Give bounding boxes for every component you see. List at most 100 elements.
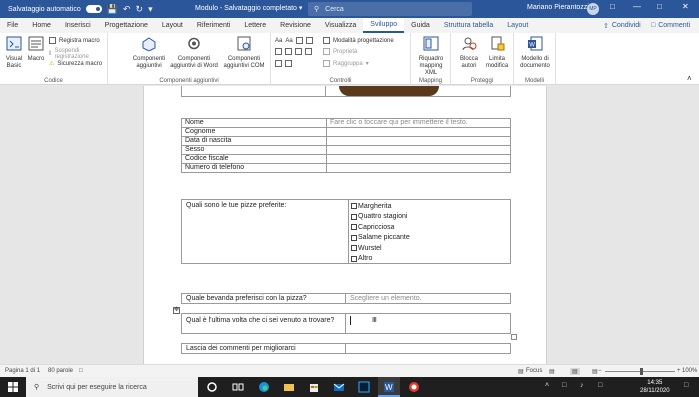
tab-file[interactable]: File xyxy=(0,18,25,33)
document-title[interactable]: Modulo - Salvataggio completato ▾ xyxy=(195,4,302,12)
comments-button[interactable]: □ Commenti xyxy=(647,20,694,31)
checkbox-capricciosa[interactable]: Capricciosa xyxy=(351,222,410,233)
tray-chevron-icon[interactable]: ˄ xyxy=(545,382,549,389)
network-icon[interactable]: □ xyxy=(562,382,566,389)
tab-inserisci[interactable]: Inserisci xyxy=(58,18,98,33)
document-page[interactable]: Nome Fare clic o toccare qui per immette… xyxy=(143,86,547,364)
minimize-icon[interactable]: — xyxy=(633,2,641,11)
birthdate-input[interactable] xyxy=(326,136,511,146)
addins-button[interactable]: Componenti aggiuntivi xyxy=(130,36,168,70)
dropdown-control-icon[interactable] xyxy=(295,48,302,55)
repeating-section-icon[interactable] xyxy=(275,60,282,67)
tab-lettere[interactable]: Lettere xyxy=(237,18,273,33)
last-visit-input[interactable] xyxy=(348,314,510,333)
macro-security-button[interactable]: ⚠ Sicurezza macro xyxy=(49,60,102,68)
ribbon-display-icon[interactable]: □ xyxy=(610,2,615,11)
taskbar-search-input[interactable]: ⚲ Scrivi qui per eseguire la ricerca xyxy=(26,377,198,397)
language-icon[interactable]: □ xyxy=(598,382,602,389)
tab-layout-tabella[interactable]: Layout xyxy=(500,18,535,33)
pizza-image[interactable] xyxy=(339,86,439,96)
focus-button[interactable]: Focus xyxy=(526,368,542,374)
tab-layout[interactable]: Layout xyxy=(155,18,190,33)
tab-struttura-tabella[interactable]: Struttura tabella xyxy=(437,18,500,33)
block-authors-button[interactable]: Blocca autori xyxy=(455,36,483,70)
pause-recording-button[interactable]: ‖ Sospendi registrazione xyxy=(49,48,107,60)
edge-icon[interactable] xyxy=(258,381,270,393)
checkbox-quattro-stagioni[interactable]: Quattro stagioni xyxy=(351,212,410,223)
word-addins-button[interactable]: Componenti aggiuntivi di Word xyxy=(170,36,218,70)
search-input[interactable]: ⚲ Cerca xyxy=(308,2,472,16)
zoom-slider-thumb[interactable] xyxy=(640,368,643,375)
word-count[interactable]: 80 parole xyxy=(48,368,73,374)
macro-button[interactable]: Macro xyxy=(26,36,46,63)
cortana-icon[interactable] xyxy=(206,381,218,393)
name-input[interactable]: Fare clic o toccare qui per immettere il… xyxy=(326,118,511,128)
checkbox-altro[interactable]: Altro xyxy=(351,254,410,265)
avatar[interactable]: MP xyxy=(587,3,599,15)
web-layout-icon[interactable]: ▤ xyxy=(592,368,598,375)
tab-progettazione[interactable]: Progettazione xyxy=(98,18,155,33)
checkbox-control-icon[interactable] xyxy=(275,48,282,55)
date-picker-control-icon[interactable] xyxy=(305,48,312,55)
group-button[interactable]: Raggruppa ▾ xyxy=(323,60,369,67)
page-count[interactable]: Pagina 1 di 1 xyxy=(5,368,40,374)
collapse-ribbon-icon[interactable]: ˄ xyxy=(687,74,692,83)
tab-riferimenti[interactable]: Riferimenti xyxy=(190,18,237,33)
share-button[interactable]: ⇧ Condividi xyxy=(599,20,645,31)
zoom-in-icon[interactable]: + xyxy=(677,368,681,374)
properties-button[interactable]: Proprietà xyxy=(323,48,357,55)
legacy-tools-icon[interactable] xyxy=(285,60,292,67)
rich-text-control-icon[interactable]: Aa xyxy=(275,38,282,44)
store-icon[interactable] xyxy=(308,381,320,393)
design-mode-button[interactable]: Modalità progettazione xyxy=(323,37,394,44)
drink-dropdown[interactable]: Scegliere un elemento. xyxy=(350,295,422,302)
save-icon[interactable]: 💾 xyxy=(107,4,118,15)
read-mode-icon[interactable]: ▤ xyxy=(549,368,555,375)
file-explorer-icon[interactable] xyxy=(283,381,295,393)
building-block-control-icon[interactable] xyxy=(305,37,313,44)
maximize-icon[interactable]: □ xyxy=(657,2,662,11)
table-move-handle[interactable]: ✥ xyxy=(173,307,180,314)
photoshop-icon[interactable] xyxy=(358,381,370,393)
com-addins-button[interactable]: Componenti aggiuntivi COM xyxy=(220,36,268,70)
comments-input[interactable] xyxy=(348,344,510,353)
table-resize-handle[interactable] xyxy=(511,334,517,340)
plain-text-control-icon[interactable]: Aa xyxy=(285,38,292,44)
tab-home[interactable]: Home xyxy=(25,18,58,33)
checkbox-margherita[interactable]: Margherita xyxy=(351,201,410,212)
xml-mapping-button[interactable]: Riquadro mapping XML xyxy=(413,36,449,77)
windows-start-icon[interactable] xyxy=(8,382,18,392)
word-taskbar-button[interactable]: W xyxy=(378,377,400,397)
redo-icon[interactable]: ↻ xyxy=(136,4,144,15)
close-icon[interactable]: ✕ xyxy=(682,2,689,11)
notifications-icon[interactable]: □ xyxy=(684,382,688,389)
phone-input[interactable] xyxy=(326,163,511,173)
restrict-editing-button[interactable]: Limita modifica xyxy=(483,36,511,70)
system-clock[interactable]: 14:35 28/11/2020 xyxy=(640,379,670,395)
record-macro-button[interactable]: Registra macro xyxy=(49,37,100,44)
visual-basic-button[interactable]: Visual Basic xyxy=(3,36,25,70)
picture-control-icon[interactable] xyxy=(295,37,303,44)
autosave-toggle[interactable] xyxy=(85,5,102,13)
tab-sviluppo[interactable]: Sviluppo xyxy=(363,18,405,33)
checkbox-wurstel[interactable]: Wurstel xyxy=(351,243,410,254)
tax-code-input[interactable] xyxy=(326,154,511,164)
tab-revisione[interactable]: Revisione xyxy=(273,18,318,33)
checkbox-salame-piccante[interactable]: Salame piccante xyxy=(351,233,410,244)
recording-app-icon[interactable] xyxy=(408,381,420,393)
zoom-level[interactable]: 100% xyxy=(682,368,697,374)
tab-visualizza[interactable]: Visualizza xyxy=(318,18,363,33)
proofing-icon[interactable]: □ xyxy=(79,368,83,374)
zoom-out-icon[interactable]: − xyxy=(598,368,602,374)
undo-icon[interactable]: ↶ xyxy=(123,4,131,15)
print-layout-icon[interactable]: ▤ xyxy=(570,368,580,375)
document-template-button[interactable]: W Modello di documento xyxy=(516,36,554,70)
customize-toolbar-icon[interactable]: ▾ xyxy=(148,4,153,15)
task-view-icon[interactable] xyxy=(232,381,244,393)
tab-guida[interactable]: Guida xyxy=(404,18,437,33)
combobox-control-icon[interactable] xyxy=(285,48,292,55)
sex-input[interactable] xyxy=(326,145,511,155)
volume-icon[interactable]: ♪ xyxy=(580,382,584,389)
surname-input[interactable] xyxy=(326,127,511,137)
mail-icon[interactable] xyxy=(333,381,345,393)
